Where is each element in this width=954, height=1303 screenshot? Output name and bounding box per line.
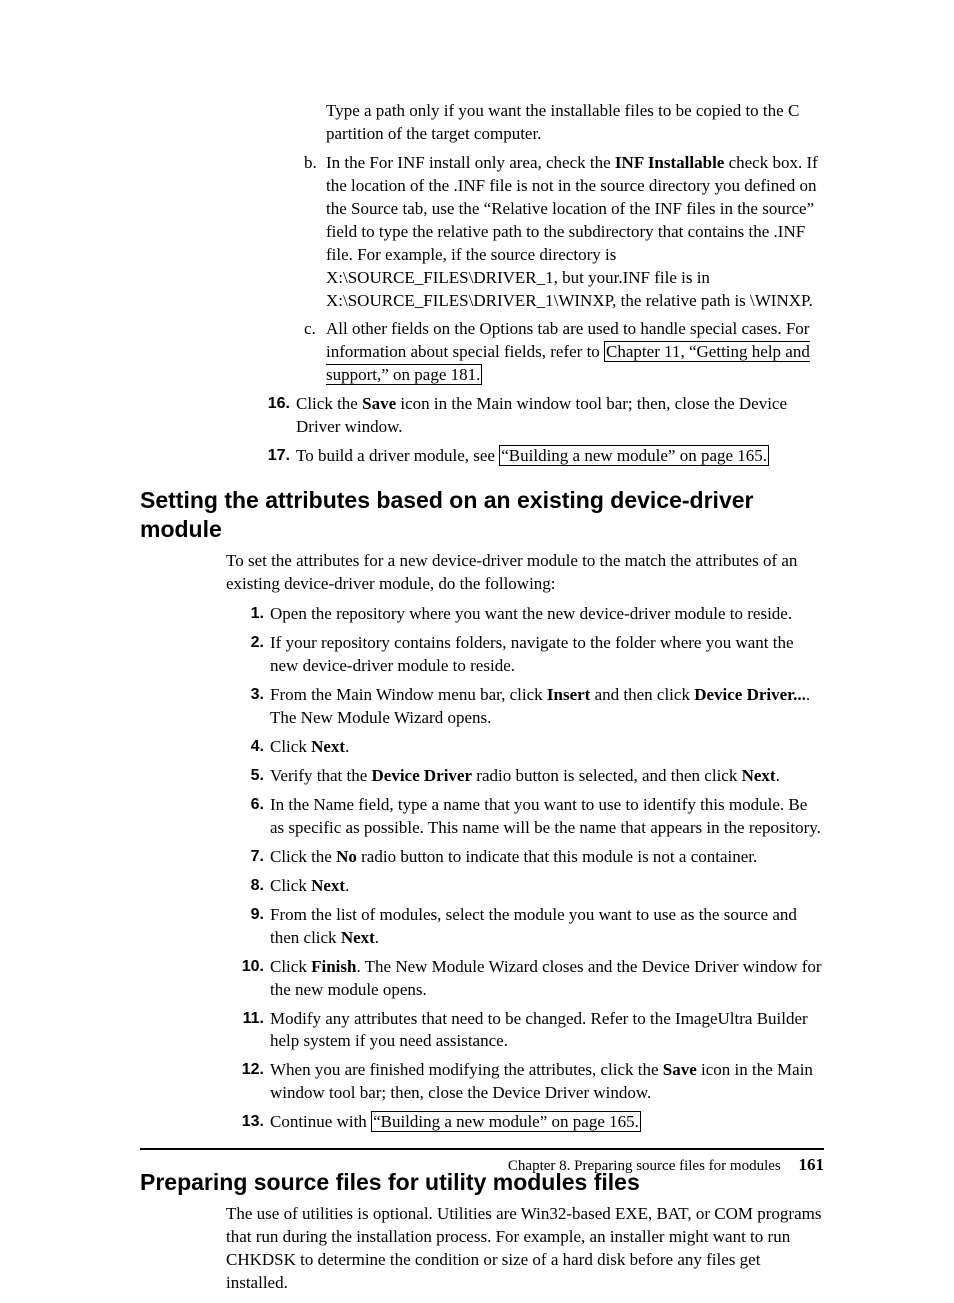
step-4: 4. Click Next. (270, 736, 824, 759)
text: In the For INF install only area, check … (326, 153, 615, 172)
bold-text: Device Driver... (694, 685, 806, 704)
text: From the Main Window menu bar, click (270, 685, 547, 704)
section-heading: Setting the attributes based on an exist… (140, 486, 824, 544)
footer-chapter: Chapter 8. Preparing source files for mo… (508, 1158, 781, 1174)
step-3: 3. From the Main Window menu bar, click … (270, 684, 824, 730)
step-8: 8. Click Next. (270, 875, 824, 898)
bold-text: Insert (547, 685, 590, 704)
step-1: 1. Open the repository where you want th… (270, 603, 824, 626)
step-number: 9. (230, 904, 264, 926)
text: Verify that the (270, 766, 372, 785)
step-5: 5. Verify that the Device Driver radio b… (270, 765, 824, 788)
continuation-text: Type a path only if you want the install… (326, 100, 824, 146)
step-16: 16. Click the Save icon in the Main wind… (296, 393, 824, 439)
step-number: 2. (230, 632, 264, 654)
cross-reference-link[interactable]: “Building a new module” on page 165. (499, 445, 769, 466)
bold-text: Next (341, 928, 375, 947)
substep-label: b. (304, 152, 317, 175)
text: Click the (270, 847, 336, 866)
text: When you are finished modifying the attr… (270, 1060, 663, 1079)
text: and then click (590, 685, 694, 704)
text: Click (270, 737, 311, 756)
section-divider (140, 1148, 824, 1150)
step-11: 11. Modify any attributes that need to b… (270, 1008, 824, 1054)
text: Continue with (270, 1112, 371, 1131)
step-number: 10. (230, 956, 264, 978)
bold-text: Next (311, 876, 345, 895)
step-13: 13. Continue with “Building a new module… (270, 1111, 824, 1134)
footer-page-number: 161 (799, 1155, 825, 1174)
step-6: 6. In the Name field, type a name that y… (270, 794, 824, 840)
text: check box. If the location of the .INF f… (326, 153, 818, 310)
text: . (375, 928, 379, 947)
text: radio button to indicate that this modul… (357, 847, 757, 866)
step-number: 5. (230, 765, 264, 787)
text: . (345, 876, 349, 895)
text: . (345, 737, 349, 756)
text: Modify any attributes that need to be ch… (270, 1009, 808, 1051)
step-number: 11. (230, 1008, 264, 1030)
bold-text: INF Installable (615, 153, 724, 172)
text: In the Name field, type a name that you … (270, 795, 821, 837)
text: Click the (296, 394, 362, 413)
step-number: 3. (230, 684, 264, 706)
step-number: 4. (230, 736, 264, 758)
step-7: 7. Click the No radio button to indicate… (270, 846, 824, 869)
bold-text: Next (742, 766, 776, 785)
bold-text: Save (362, 394, 396, 413)
substep-c: c. All other fields on the Options tab a… (326, 318, 824, 387)
page-footer: Chapter 8. Preparing source files for mo… (508, 1155, 824, 1175)
bold-text: Device Driver (372, 766, 473, 785)
step-number: 16. (256, 393, 290, 415)
text: To build a driver module, see (296, 446, 499, 465)
text: If your repository contains folders, nav… (270, 633, 794, 675)
step-12: 12. When you are finished modifying the … (270, 1059, 824, 1105)
step-2: 2. If your repository contains folders, … (270, 632, 824, 678)
step-number: 1. (230, 603, 264, 625)
cross-reference-link[interactable]: “Building a new module” on page 165. (371, 1111, 641, 1132)
step-number: 8. (230, 875, 264, 897)
text: Open the repository where you want the n… (270, 604, 792, 623)
step-number: 12. (230, 1059, 264, 1081)
step-number: 13. (230, 1111, 264, 1133)
substep-label: c. (304, 318, 316, 341)
intro-paragraph: To set the attributes for a new device-d… (226, 550, 824, 596)
text: . (776, 766, 780, 785)
bold-text: No (336, 847, 357, 866)
text: Click (270, 876, 311, 895)
bold-text: Next (311, 737, 345, 756)
step-17: 17. To build a driver module, see “Build… (296, 445, 824, 468)
substep-b: b. In the For INF install only area, che… (326, 152, 824, 313)
page-content: Type a path only if you want the install… (140, 100, 824, 1303)
step-number: 7. (230, 846, 264, 868)
step-number: 6. (230, 794, 264, 816)
text: radio button is selected, and then click (472, 766, 742, 785)
step-10: 10. Click Finish. The New Module Wizard … (270, 956, 824, 1002)
bold-text: Finish (311, 957, 356, 976)
text: Click (270, 957, 311, 976)
step-number: 17. (256, 445, 290, 467)
intro-paragraph: The use of utilities is optional. Utilit… (226, 1203, 824, 1295)
bold-text: Save (663, 1060, 697, 1079)
step-9: 9. From the list of modules, select the … (270, 904, 824, 950)
